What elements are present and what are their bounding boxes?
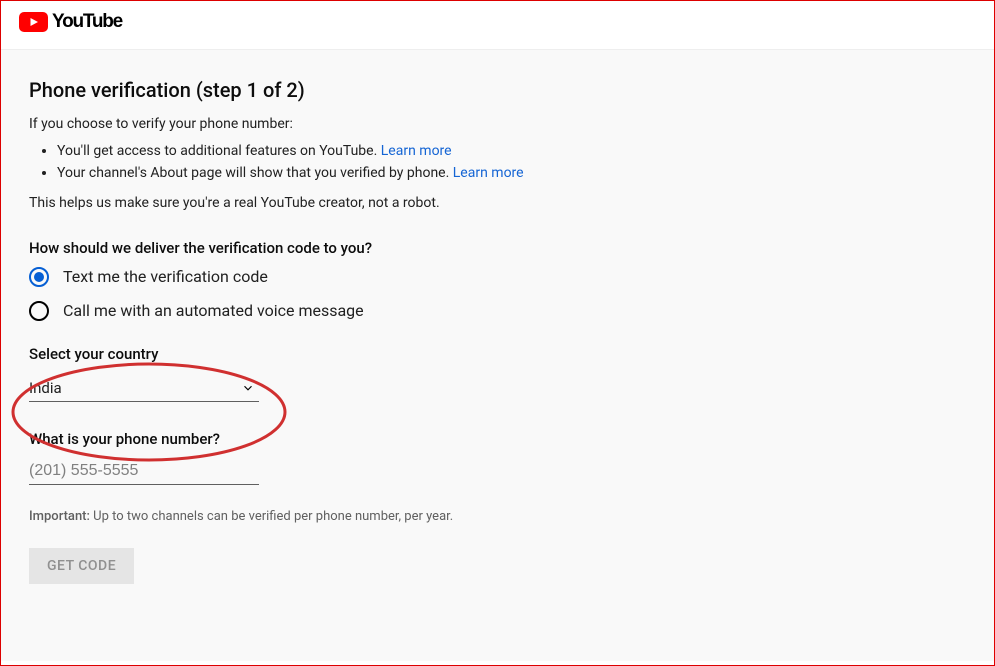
helps-text: This helps us make sure you're a real Yo… xyxy=(29,195,966,211)
radio-label: Call me with an automated voice message xyxy=(63,301,364,320)
country-select[interactable]: India xyxy=(29,373,259,402)
bullet-text: Your channel's About page will show that… xyxy=(57,165,453,181)
header: YouTube xyxy=(1,1,994,49)
country-label: Select your country xyxy=(29,345,289,363)
youtube-wordmark: YouTube xyxy=(52,11,122,33)
list-item: Your channel's About page will show that… xyxy=(57,162,966,184)
content-area: Phone verification (step 1 of 2) If you … xyxy=(1,49,994,661)
chevron-down-icon xyxy=(241,381,255,395)
learn-more-link[interactable]: Learn more xyxy=(453,165,524,181)
phone-section: What is your phone number? xyxy=(29,430,966,485)
list-item: You'll get access to additional features… xyxy=(57,140,966,162)
delivery-label: How should we deliver the verification c… xyxy=(29,239,966,257)
youtube-logo[interactable]: YouTube xyxy=(19,11,122,33)
radio-icon-selected xyxy=(29,267,49,287)
page-title: Phone verification (step 1 of 2) xyxy=(29,78,966,102)
youtube-play-icon xyxy=(19,12,48,32)
country-section: Select your country India xyxy=(29,345,289,402)
phone-input[interactable] xyxy=(29,458,259,485)
learn-more-link[interactable]: Learn more xyxy=(381,143,452,159)
important-note: Important: Up to two channels can be ver… xyxy=(29,509,966,524)
intro-text: If you choose to verify your phone numbe… xyxy=(29,116,966,132)
benefits-list: You'll get access to additional features… xyxy=(29,140,966,185)
note-bold: Important: xyxy=(29,509,90,524)
note-text: Up to two channels can be verified per p… xyxy=(90,509,453,524)
bullet-text: You'll get access to additional features… xyxy=(57,143,381,159)
radio-text-me[interactable]: Text me the verification code xyxy=(29,267,966,287)
get-code-button[interactable]: GET CODE xyxy=(29,548,134,584)
radio-icon-unselected xyxy=(29,301,49,321)
radio-label: Text me the verification code xyxy=(63,267,268,286)
radio-call-me[interactable]: Call me with an automated voice message xyxy=(29,301,966,321)
phone-label: What is your phone number? xyxy=(29,430,966,448)
country-value: India xyxy=(29,379,62,397)
